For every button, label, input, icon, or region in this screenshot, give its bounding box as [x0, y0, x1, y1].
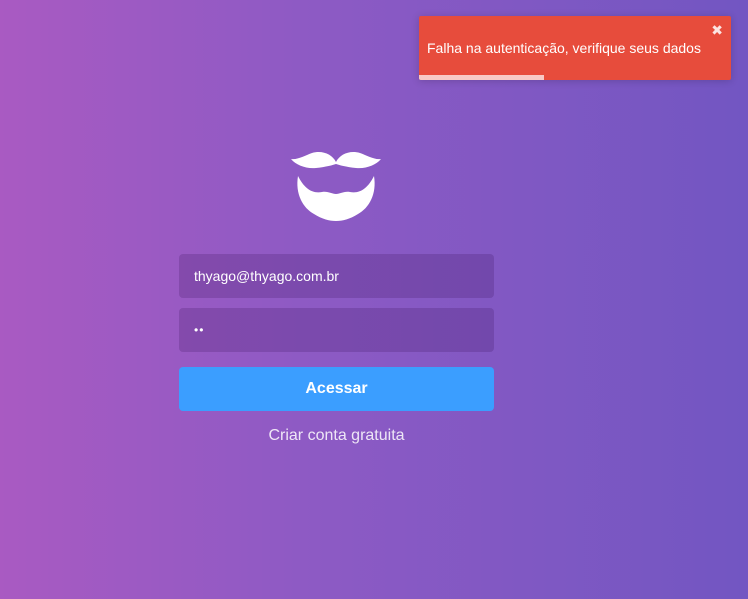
- mustache-beard-icon: [291, 152, 381, 221]
- signup-link[interactable]: Criar conta gratuita: [179, 427, 494, 445]
- password-field[interactable]: [179, 308, 494, 352]
- close-icon[interactable]: ✖: [711, 23, 723, 37]
- error-toast: ✖ Falha na autenticação, verifique seus …: [419, 16, 731, 80]
- toast-progress-bar: [419, 75, 544, 80]
- email-field[interactable]: [179, 254, 494, 298]
- submit-button[interactable]: Acessar: [179, 367, 494, 411]
- toast-message: Falha na autenticação, verifique seus da…: [427, 40, 701, 56]
- login-form: Acessar Criar conta gratuita: [179, 254, 494, 445]
